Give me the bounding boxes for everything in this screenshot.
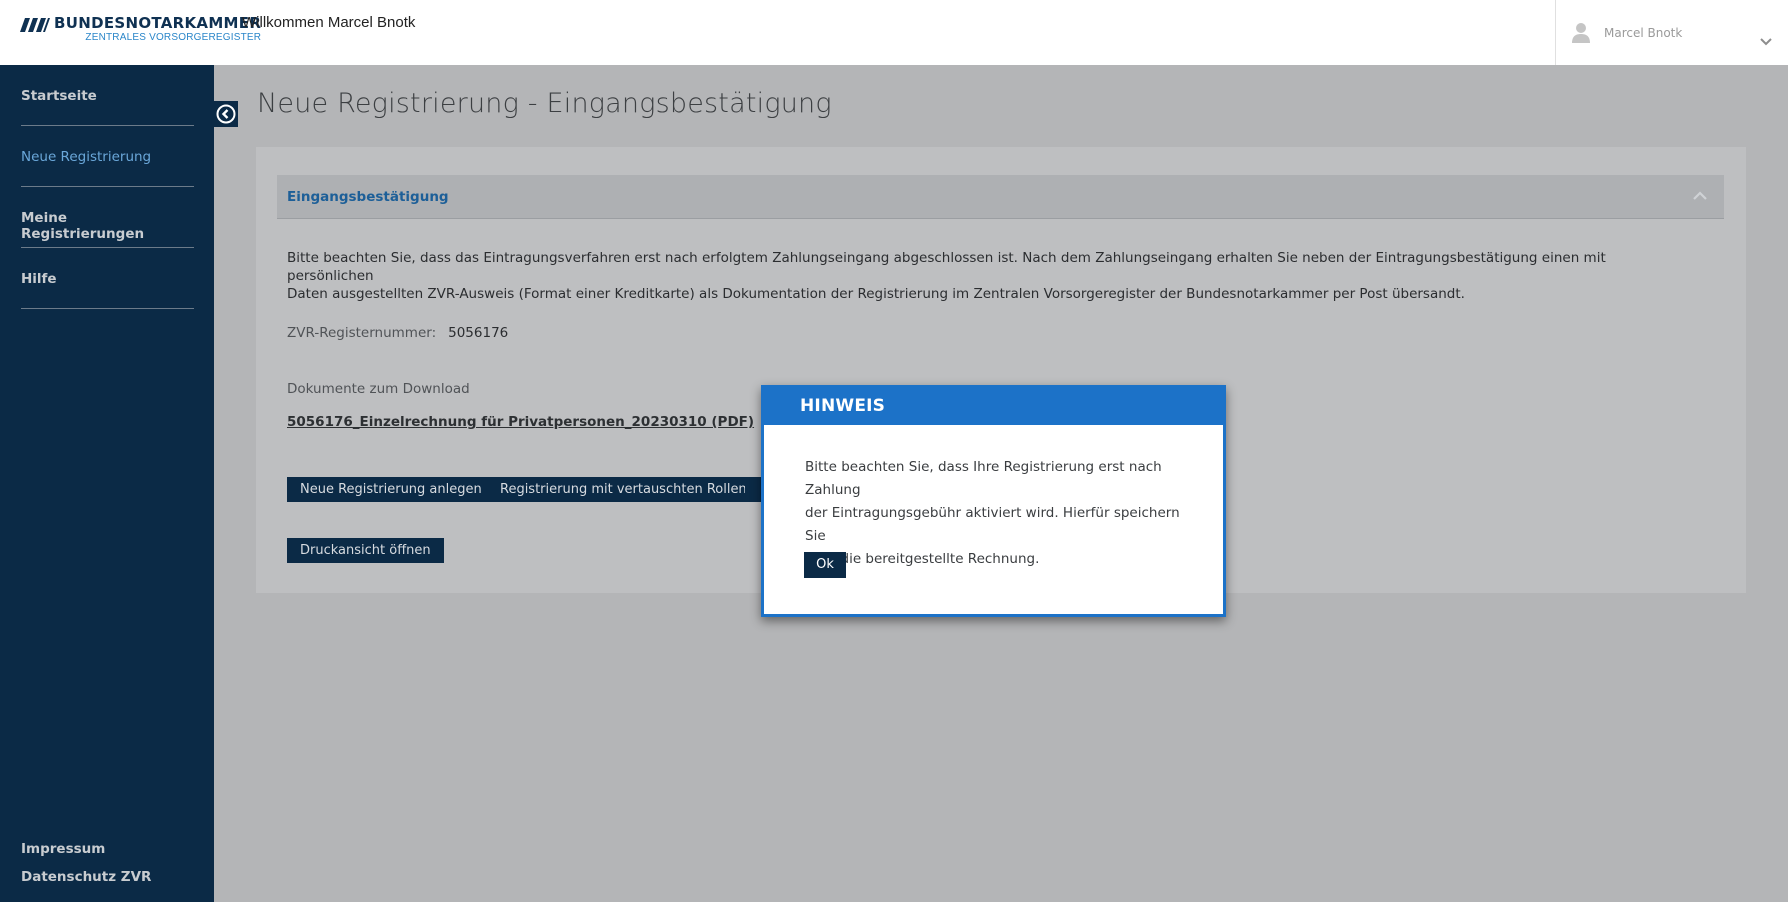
chevron-down-icon[interactable] <box>1759 37 1773 47</box>
ok-button[interactable]: Ok <box>804 552 846 578</box>
dialog-message: Bitte beachten Sie, dass Ihre Registrier… <box>805 459 1180 567</box>
datenschutz-link[interactable]: Datenschutz ZVR <box>21 869 151 885</box>
page-title: Neue Registrierung - Eingangsbestätigung <box>257 88 832 119</box>
logo-stripes-icon <box>20 18 50 32</box>
user-menu[interactable]: Marcel Bnotk <box>1555 0 1788 65</box>
sidebar-item-label: Hilfe <box>21 271 57 287</box>
payment-notice: Bitte beachten Sie, dass das Eintragungs… <box>287 250 1606 302</box>
welcome-text: Willkommen Marcel Bnotk <box>242 14 416 31</box>
sidebar-item-meine-registrierungen[interactable]: Meine Registrierungen <box>21 187 194 248</box>
sidebar-item-neue-registrierung[interactable]: Neue Registrierung <box>21 126 194 187</box>
dialog-title: HINWEIS <box>800 396 886 416</box>
brand-logo[interactable]: BUNDESNOTARKAMMER ZENTRALES VORSORGEREGI… <box>20 14 261 44</box>
dialog-header: HINWEIS <box>764 388 1223 425</box>
impressum-link[interactable]: Impressum <box>21 841 105 857</box>
panel-title: Eingangsbestätigung <box>287 189 449 205</box>
sidebar-item-startseite[interactable]: Startseite <box>21 65 194 126</box>
chevron-up-icon[interactable] <box>1692 191 1708 201</box>
user-icon <box>1572 22 1590 43</box>
brand-subtitle: ZENTRALES VORSORGEREGISTER <box>85 32 262 43</box>
brand-name: BUNDESNOTARKAMMER <box>54 14 262 32</box>
sidebar-item-label: Startseite <box>21 88 97 104</box>
new-registration-button[interactable]: Neue Registrierung anlegen <box>287 477 495 502</box>
register-number-label: ZVR-Registernummer: <box>287 325 437 341</box>
sidebar: Startseite Neue Registrierung Meine Regi… <box>0 65 214 902</box>
downloads-label: Dokumente zum Download <box>287 381 470 397</box>
sidebar-item-label: Neue Registrierung <box>21 149 152 165</box>
chevron-left-circle-icon <box>216 104 236 124</box>
sidebar-item-hilfe[interactable]: Hilfe <box>21 248 194 309</box>
print-view-button[interactable]: Druckansicht öffnen <box>287 538 444 563</box>
swapped-roles-button[interactable]: Registrierung mit vertauschten Rollen <box>487 477 760 502</box>
sidebar-item-label: Meine Registrierungen <box>21 210 145 242</box>
invoice-download-link[interactable]: 5056176_Einzelrechnung für Privatpersone… <box>287 414 754 430</box>
panel-header[interactable]: Eingangsbestätigung <box>277 175 1724 219</box>
user-name: Marcel Bnotk <box>1604 25 1683 40</box>
register-number-value: 5056176 <box>448 325 509 341</box>
register-number-row: ZVR-Registernummer: 5056176 <box>287 325 508 341</box>
top-header: BUNDESNOTARKAMMER ZENTRALES VORSORGEREGI… <box>0 0 1788 65</box>
sidebar-collapse-button[interactable] <box>214 101 238 127</box>
hint-dialog: HINWEIS Bitte beachten Sie, dass Ihre Re… <box>761 385 1226 617</box>
